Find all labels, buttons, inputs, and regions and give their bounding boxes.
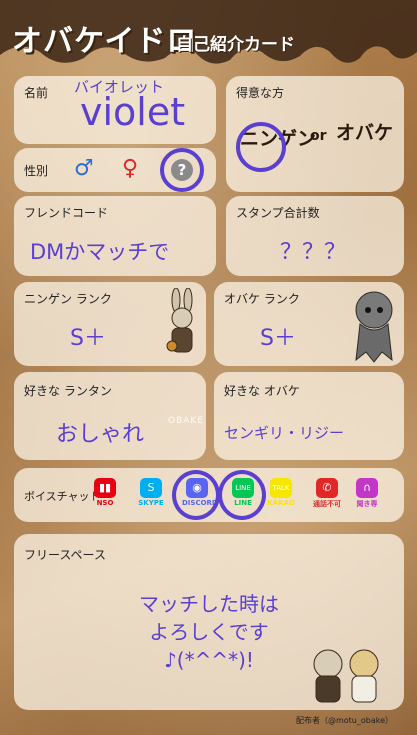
ghost-rank-label: オバケ ランク (224, 292, 300, 306)
app-logo: オバケイドロ (12, 24, 198, 59)
skill-selected-circle (236, 122, 286, 172)
voice-chat-option-label: 通話不可 (313, 500, 341, 508)
voice-chat-app-icon: S (140, 478, 162, 498)
friend-code-box: フレンドコード DMかマッチで (14, 196, 216, 276)
unknown-gender-icon[interactable]: ? (171, 159, 193, 181)
voice-chat-option[interactable]: S SKYPE (136, 478, 166, 507)
discord-selected-circle (172, 470, 220, 520)
card-title: 自己紹介カード (176, 35, 295, 55)
skill-box: 得意な方 ニンゲン or オバケ (226, 76, 404, 192)
voice-chat-option-label: 聞き専 (356, 500, 378, 508)
skill-or: or (310, 128, 327, 144)
voice-chat-option[interactable]: ∩ 聞き専 (352, 478, 382, 509)
friend-code-label: フレンドコード (24, 206, 109, 220)
line-selected-circle (218, 470, 266, 520)
name-box: 名前 バイオレット violet (14, 76, 216, 144)
human-rank-value: S＋ (70, 326, 106, 351)
stamp-total-value: ？？？ (280, 240, 347, 265)
voice-chat-option[interactable]: ▮▮ NSO (90, 478, 120, 507)
free-space-line: よろしくです (149, 620, 269, 644)
fav-ghost-box: 好きな オバケ センギリ・リジー (214, 372, 404, 460)
friend-code-value: DMかマッチで (30, 240, 170, 264)
ghost-character-icon (355, 291, 393, 363)
bunny-character-icon (166, 288, 193, 353)
human-rank-label: ニンゲン ランク (24, 292, 112, 306)
voice-chat-app-icon: ✆ (316, 478, 338, 498)
characters-illustration (313, 649, 379, 703)
fav-ghost-label: 好きな オバケ (224, 384, 300, 398)
voice-chat-option-label: NSO (96, 499, 114, 507)
voice-chat-option-label: SKYPE (138, 499, 164, 507)
free-space-line: マッチした時は (139, 592, 279, 616)
credit-text: 配布者（@motu_obake） (295, 716, 393, 725)
fav-lantern-value: おしゃれ (56, 422, 145, 447)
gender-box: 性別 ♂ ♀ ? (14, 148, 216, 192)
female-icon[interactable]: ♀ (122, 156, 138, 181)
male-icon[interactable]: ♂ (74, 156, 94, 181)
gender-label: 性別 (24, 164, 49, 178)
voice-chat-option-label: KAKAO (267, 499, 295, 507)
free-space-label: フリースペース (24, 548, 106, 562)
voice-chat-app-icon: TALK (270, 478, 292, 498)
skill-label: 得意な方 (236, 86, 285, 100)
voice-chat-option[interactable]: TALK KAKAO (266, 478, 296, 507)
human-rank-box: ニンゲン ランク S＋ (14, 282, 206, 366)
ghost-rank-box: オバケ ランク S＋ (214, 282, 404, 366)
voice-chat-app-icon: ∩ (356, 478, 378, 498)
skill-ghost[interactable]: オバケ (336, 118, 393, 145)
free-space-box: フリースペース マッチした時は よろしくです ♪(*^^*)! (14, 534, 404, 710)
voice-chat-option[interactable]: ✆ 通話不可 (312, 478, 342, 509)
name-label: 名前 (24, 86, 49, 100)
name-value: violet (80, 90, 186, 134)
fav-ghost-value: センギリ・リジー (224, 424, 345, 442)
stamp-total-label: スタンプ合計数 (236, 206, 320, 220)
voice-chat-box: ボイスチャット ▮▮ NSO S SKYPE ◉ DISCORD LINE LINE TALK K… (14, 468, 404, 522)
stamp-total-box: スタンプ合計数 ？？？ (226, 196, 404, 276)
fav-lantern-label: 好きな ランタン (24, 384, 112, 398)
voice-chat-app-icon: ▮▮ (94, 478, 116, 498)
ghost-rank-value: S＋ (260, 326, 296, 351)
watermark-text: OBAKE (168, 416, 205, 426)
